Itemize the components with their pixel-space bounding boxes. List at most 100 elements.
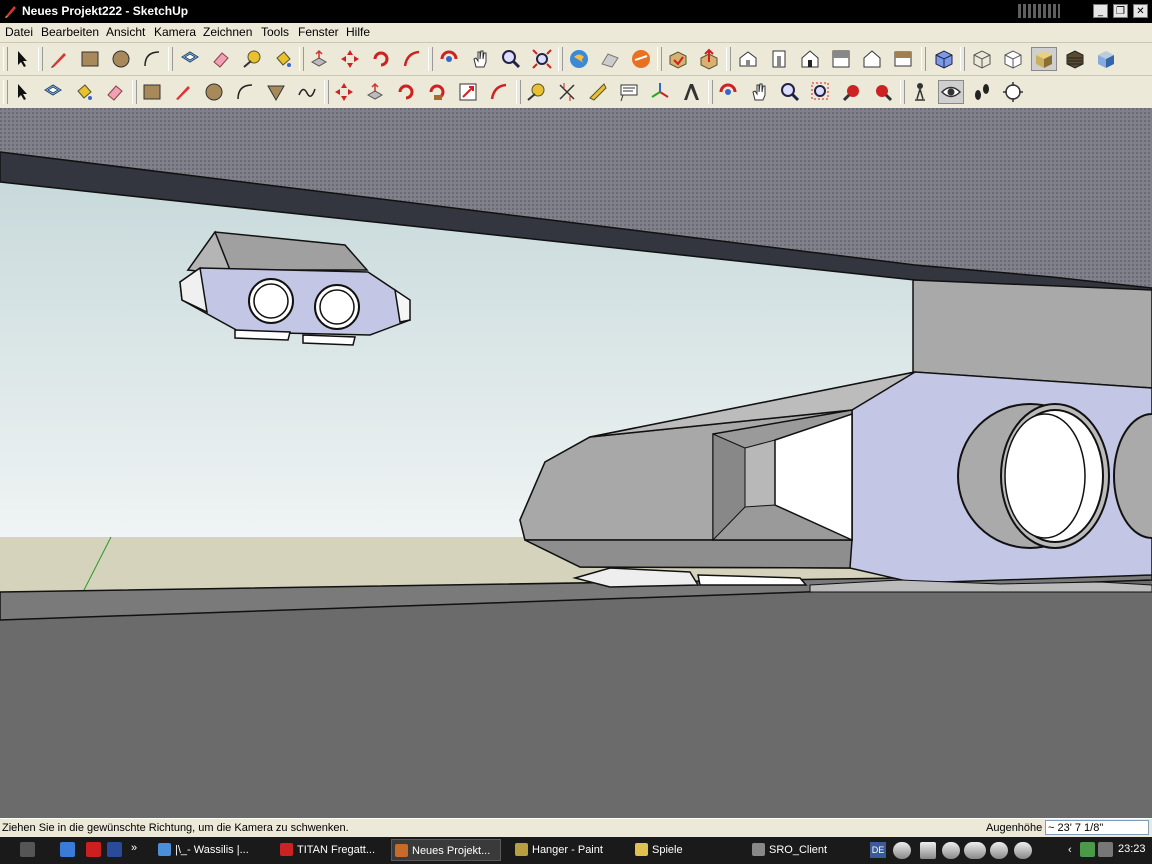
toolbar-grip[interactable]: [324, 80, 329, 104]
menu-hilfe[interactable]: Hilfe: [346, 25, 370, 39]
toolbar-grip[interactable]: [168, 47, 173, 71]
walk-icon[interactable]: [969, 80, 995, 104]
section-plane-icon[interactable]: [1000, 80, 1026, 104]
arc-icon[interactable]: [232, 80, 258, 104]
taskbar-item[interactable]: Hanger - Paint: [512, 839, 627, 861]
zoom-icon[interactable]: [498, 47, 524, 71]
toolbar-grip[interactable]: [900, 80, 905, 104]
photo-textures-icon[interactable]: [628, 47, 654, 71]
menu-datei[interactable]: Datei: [5, 25, 33, 39]
toolbar-grip[interactable]: [708, 80, 713, 104]
menu-bearbeiten[interactable]: Bearbeiten: [41, 25, 99, 39]
move-icon[interactable]: [337, 47, 363, 71]
toolbar-grip[interactable]: [132, 80, 137, 104]
ie-icon[interactable]: [60, 842, 75, 857]
get-models-icon[interactable]: [665, 47, 691, 71]
toolbar-grip[interactable]: [657, 47, 662, 71]
measurements-input[interactable]: [1045, 820, 1149, 835]
toggle-terrain-icon[interactable]: [597, 47, 623, 71]
rotate-icon[interactable]: [393, 80, 419, 104]
toolbar-grip[interactable]: [38, 47, 43, 71]
title-bar[interactable]: Neues Projekt222 - SketchUp _ ❐ ✕: [0, 0, 1152, 23]
media-player-icon[interactable]: [893, 842, 911, 859]
select-icon[interactable]: [9, 47, 35, 71]
protractor-icon[interactable]: [585, 80, 611, 104]
chevron-left-icon[interactable]: ‹: [1068, 844, 1072, 856]
taskbar-item[interactable]: TITAN Fregatt...: [277, 839, 387, 861]
previous-view-icon[interactable]: [839, 80, 865, 104]
paint-bucket-icon[interactable]: [71, 80, 97, 104]
share-model-icon[interactable]: [696, 47, 722, 71]
follow-me-icon[interactable]: [399, 47, 425, 71]
toolbar-grip[interactable]: [516, 80, 521, 104]
circle-icon[interactable]: [201, 80, 227, 104]
scale-icon[interactable]: [455, 80, 481, 104]
toolbar-grip[interactable]: [960, 47, 965, 71]
taskbar-clock[interactable]: 23:23: [1118, 843, 1146, 855]
close-button[interactable]: ✕: [1133, 4, 1148, 18]
tape-measure-icon[interactable]: [239, 47, 265, 71]
offset-tool-icon[interactable]: [486, 80, 512, 104]
pencil-icon[interactable]: [46, 47, 72, 71]
toolbar-grip[interactable]: [3, 80, 8, 104]
eraser-icon[interactable]: [208, 47, 234, 71]
toolbar-grip[interactable]: [726, 47, 731, 71]
taskbar-item-active[interactable]: Neues Projekt...: [391, 839, 501, 861]
toolbar-grip[interactable]: [3, 47, 8, 71]
eraser-icon[interactable]: [102, 80, 128, 104]
taskbar-item[interactable]: SRO_Client: [749, 839, 864, 861]
pause-icon[interactable]: [964, 842, 986, 859]
network-tray-icon[interactable]: [1080, 842, 1095, 857]
zoom-window-icon[interactable]: [808, 80, 834, 104]
front-view-icon[interactable]: [766, 47, 792, 71]
offset-icon[interactable]: [40, 80, 66, 104]
push-pull-icon[interactable]: [362, 80, 388, 104]
left-view-icon[interactable]: [890, 47, 916, 71]
menu-fenster[interactable]: Fenster: [298, 25, 339, 39]
toolbar-grip[interactable]: [428, 47, 433, 71]
volume-icon[interactable]: [1014, 842, 1032, 859]
xray-icon[interactable]: [931, 47, 957, 71]
orbit-icon[interactable]: [715, 80, 741, 104]
shaded-textures-icon[interactable]: [1062, 47, 1088, 71]
menu-tools[interactable]: Tools: [261, 25, 289, 39]
photoshop-icon[interactable]: [107, 842, 122, 857]
scene-canvas[interactable]: [0, 108, 1152, 818]
rectangle-icon[interactable]: [77, 47, 103, 71]
menu-ansicht[interactable]: Ansicht: [106, 25, 145, 39]
volume-tray-icon[interactable]: [1098, 842, 1113, 857]
iso-view-icon[interactable]: [735, 47, 761, 71]
3d-text-icon[interactable]: [678, 80, 704, 104]
position-camera-icon[interactable]: [907, 80, 933, 104]
stop-icon[interactable]: [920, 842, 936, 859]
pan-icon[interactable]: [746, 80, 772, 104]
zoom-extents-icon[interactable]: [529, 47, 555, 71]
circle-icon[interactable]: [108, 47, 134, 71]
sketchup-app-icon[interactable]: [4, 4, 18, 18]
toolbar-grip[interactable]: [299, 47, 304, 71]
arc-icon[interactable]: [139, 47, 165, 71]
right-view-icon[interactable]: [828, 47, 854, 71]
language-indicator[interactable]: DE: [870, 842, 886, 858]
show-desktop-icon[interactable]: [20, 842, 35, 857]
orbit-icon[interactable]: [436, 47, 462, 71]
shaded-icon[interactable]: [1031, 47, 1057, 71]
dimension-icon[interactable]: [554, 80, 580, 104]
menu-zeichnen[interactable]: Zeichnen: [203, 25, 252, 39]
axes-icon[interactable]: [647, 80, 673, 104]
toolbar-grip[interactable]: [558, 47, 563, 71]
pan-icon[interactable]: [467, 47, 493, 71]
rectangle-icon[interactable]: [139, 80, 165, 104]
look-around-icon[interactable]: [938, 80, 964, 104]
minimize-button[interactable]: _: [1093, 4, 1108, 18]
text-icon[interactable]: [616, 80, 642, 104]
tape-measure-icon[interactable]: [523, 80, 549, 104]
freehand-icon[interactable]: [294, 80, 320, 104]
offset-icon[interactable]: [177, 47, 203, 71]
chevron-right-icon[interactable]: »: [131, 842, 141, 857]
get-location-icon[interactable]: [566, 47, 592, 71]
follow-me-icon[interactable]: [424, 80, 450, 104]
toolbar-grip[interactable]: [921, 47, 926, 71]
taskbar-item[interactable]: |\_- Wassilis |...: [155, 839, 273, 861]
push-pull-icon[interactable]: [306, 47, 332, 71]
